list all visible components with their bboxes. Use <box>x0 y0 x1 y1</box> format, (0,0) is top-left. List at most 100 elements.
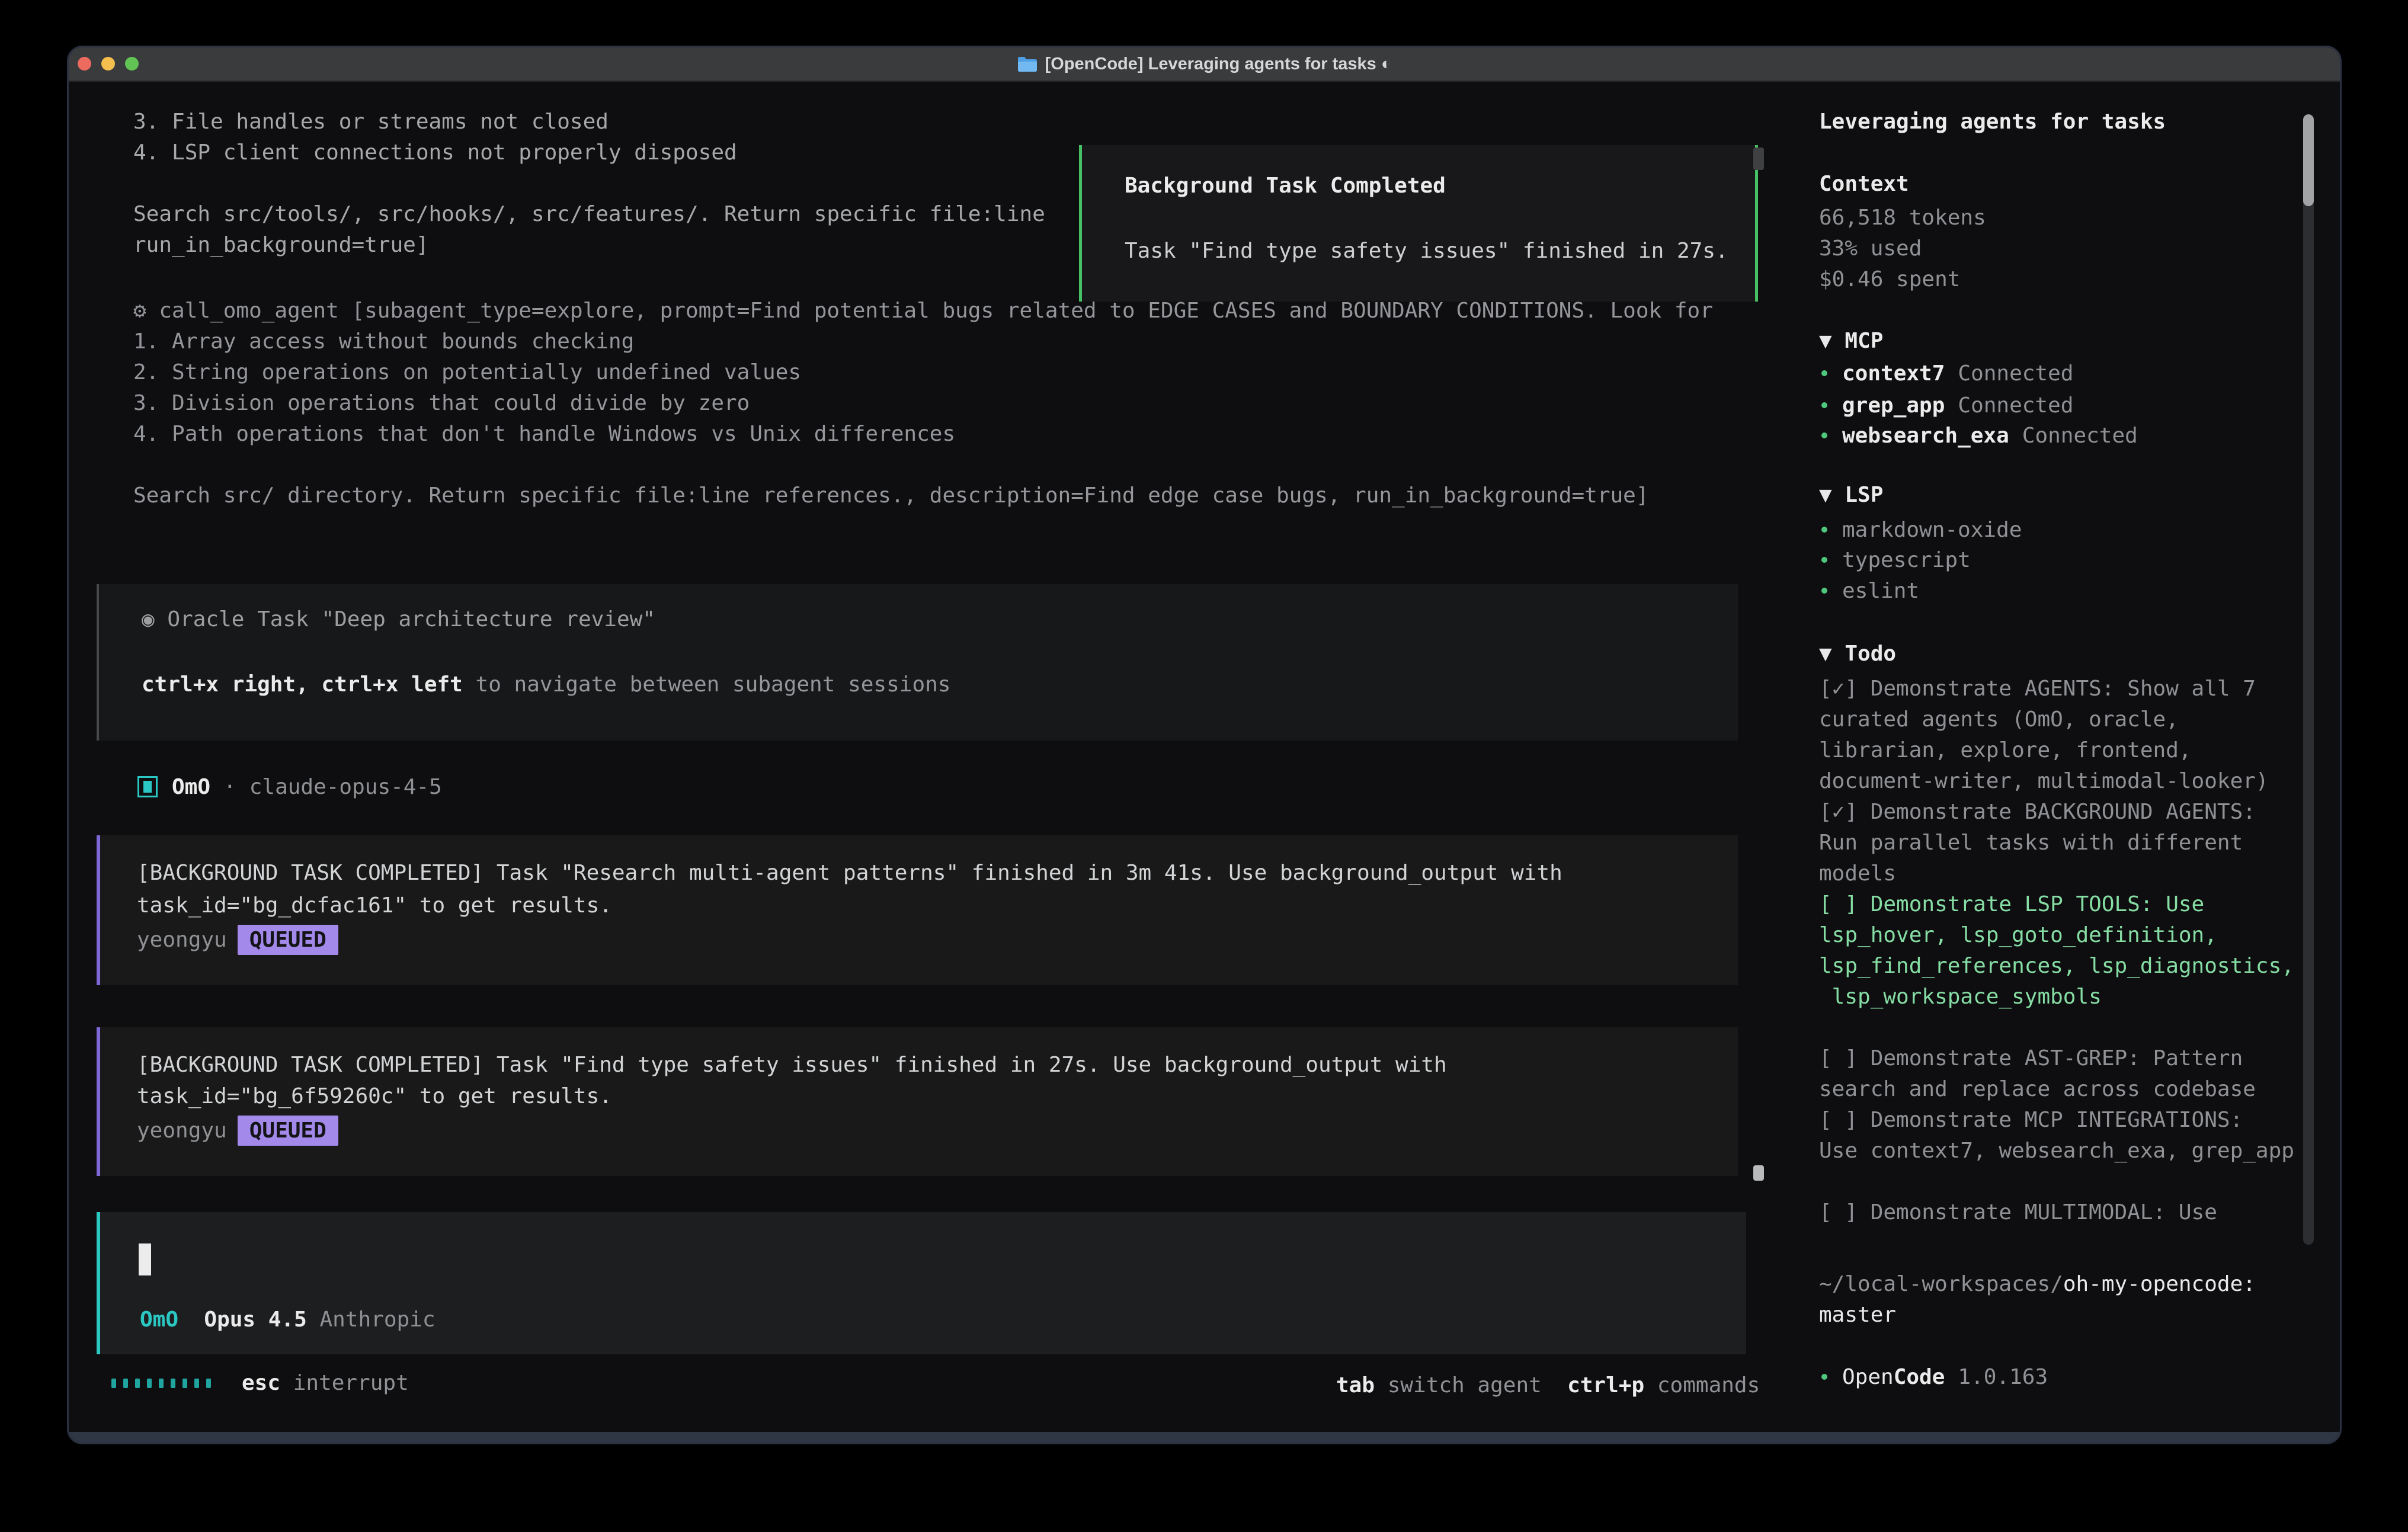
traffic-lights <box>78 57 139 70</box>
statusbar-right: tab switch agent ctrl+p commands <box>1336 1370 1760 1401</box>
window-bottom-edge <box>69 1432 2340 1443</box>
status-dot-icon <box>1821 1374 1827 1380</box>
task-message-line1: [BACKGROUND TASK COMPLETED] Task "Find t… <box>137 1053 1447 1077</box>
input-model-label: Opus 4.5 <box>204 1307 306 1332</box>
mcp-item: websearch_exa Connected <box>1821 422 2138 448</box>
oracle-status-icon: ◉ <box>142 607 155 632</box>
task-author: yeongyu <box>137 1118 227 1143</box>
folder-icon <box>1017 56 1038 72</box>
zoom-button[interactable] <box>125 57 139 70</box>
input-agent-label: OmO <box>140 1307 178 1332</box>
mcp-status: Connected <box>2022 424 2138 448</box>
task-message-line1: [BACKGROUND TASK COMPLETED] Task "Resear… <box>137 861 1562 885</box>
titlebar: [OpenCode] Leveraging agents for tasks ◐ <box>69 47 2340 82</box>
todo-section-header[interactable]: ▼ Todo <box>1819 642 1896 666</box>
status-dot-icon <box>1821 402 1827 408</box>
separator-dot: · <box>223 775 236 799</box>
mcp-name: grep_app <box>1842 393 1945 418</box>
task-author: yeongyu <box>137 928 227 952</box>
tab-key-hint: tab <box>1336 1373 1375 1398</box>
mcp-item: grep_app Connected <box>1821 392 2073 418</box>
status-badge: QUEUED <box>238 925 338 955</box>
context-heading: Context <box>1819 172 1909 196</box>
lsp-section-header[interactable]: ▼ LSP <box>1819 483 1883 507</box>
commands-key-label: commands <box>1644 1373 1760 1398</box>
status-badge: QUEUED <box>238 1116 338 1146</box>
status-dot-icon <box>1821 557 1827 563</box>
lsp-name: markdown-oxide <box>1842 518 2022 542</box>
workspace-repo: oh-my-opencode: <box>2063 1272 2256 1296</box>
task-message: [BACKGROUND TASK COMPLETED] Task "Resear… <box>97 835 1738 985</box>
terminal-scrollback: 3. File handles or streams not closed 4.… <box>133 107 1045 261</box>
context-stats: 66,518 tokens 33% used $0.46 spent <box>1819 203 1986 295</box>
spinner-dot-icon <box>159 1379 164 1388</box>
lsp-item: typescript <box>1821 547 1971 573</box>
notification-body: Task "Find type safety issues" finished … <box>1125 239 1728 263</box>
app-version-line: OpenCode 1.0.163 <box>1821 1364 2048 1390</box>
agent-header: OmO · claude-opus-4-5 <box>137 774 442 800</box>
spinner-dot-icon <box>206 1379 211 1388</box>
chevron-down-icon: ▼ <box>1819 642 1832 666</box>
task-message-line2: task_id="bg_dcfac161" to get results. <box>137 893 612 918</box>
oracle-task-title: Oracle Task "Deep architecture review" <box>167 607 655 632</box>
main-scrollbar-thumb[interactable] <box>1753 1165 1764 1181</box>
minimize-button[interactable] <box>101 57 115 70</box>
status-dot-icon <box>1821 370 1827 376</box>
sidebar-scrollbar-thumb[interactable] <box>2303 114 2314 206</box>
spinner-dot-icon <box>135 1379 140 1388</box>
status-dot-icon <box>1821 527 1827 533</box>
agent-name: OmO <box>172 775 210 799</box>
text-cursor <box>139 1243 151 1275</box>
tab-key-label: switch agent <box>1375 1373 1542 1398</box>
task-message-line2: task_id="bg_6f59260c" to get results. <box>137 1084 612 1108</box>
spinner-dot-icon <box>123 1379 128 1388</box>
workspace-branch: master <box>1819 1303 1896 1327</box>
workspace-path: ~/local-workspaces/oh-my-opencode: maste… <box>1819 1269 2256 1331</box>
lsp-name: typescript <box>1842 548 1971 572</box>
spinner-dot-icon <box>194 1379 199 1388</box>
mcp-status: Connected <box>1958 361 2073 386</box>
mcp-item: context7 Connected <box>1821 360 2073 386</box>
window-title: [OpenCode] Leveraging agents for tasks ◐ <box>1045 55 1392 74</box>
notification-panel: Background Task Completed Task "Find typ… <box>1079 145 1758 302</box>
sidebar-scrollbar-track[interactable] <box>2303 114 2314 1245</box>
input-provider-label: Anthropic <box>319 1307 435 1332</box>
tool-call-output: ⚙ call_omo_agent [subagent_type=explore,… <box>133 296 1713 511</box>
mcp-name: websearch_exa <box>1842 424 2009 448</box>
notification-title: Background Task Completed <box>1125 174 1446 198</box>
status-dot-icon <box>1821 432 1827 438</box>
app-version: 1.0.163 <box>1958 1365 2048 1389</box>
main-scrollbar-track[interactable] <box>1753 148 1764 170</box>
oracle-hint-text: to navigate between subagent sessions <box>463 672 951 697</box>
agent-icon <box>137 776 158 797</box>
esc-key-label: interrupt <box>280 1371 409 1395</box>
spinner-dot-icon <box>147 1379 152 1388</box>
app-name-bold: Code <box>1894 1365 1945 1389</box>
todo-done-list: [✓] Demonstrate AGENTS: Show all 7 curat… <box>1819 674 2269 889</box>
spinner-dot-icon <box>111 1379 116 1388</box>
prompt-input[interactable]: OmO Opus 4.5 Anthropic <box>97 1212 1746 1354</box>
mcp-section-header[interactable]: ▼ MCP <box>1819 329 1883 353</box>
mcp-status: Connected <box>1958 393 2073 418</box>
statusbar-left: esc interrupt <box>111 1370 409 1396</box>
task-message: [BACKGROUND TASK COMPLETED] Task "Find t… <box>97 1027 1738 1176</box>
lsp-item: eslint <box>1821 578 1919 604</box>
todo-active-list: [ ] Demonstrate LSP TOOLS: Use lsp_hover… <box>1819 889 2294 1012</box>
app-name: Open <box>1842 1365 1894 1389</box>
oracle-task-panel: ◉ Oracle Task "Deep architecture review"… <box>97 584 1738 741</box>
session-title: Leveraging agents for tasks <box>1819 110 2166 134</box>
chevron-down-icon: ▼ <box>1819 483 1832 507</box>
esc-key-hint: esc <box>242 1371 280 1395</box>
spinner-dot-icon <box>182 1379 187 1388</box>
spinner-dot-icon <box>171 1379 175 1388</box>
todo-pending-list: [ ] Demonstrate AST-GREP: Pattern search… <box>1819 1012 2294 1228</box>
status-dot-icon <box>1821 588 1827 594</box>
spinner-dots-icon <box>111 1379 211 1388</box>
opencode-terminal-window: [OpenCode] Leveraging agents for tasks ◐… <box>67 46 2342 1444</box>
workspace-dir: ~/local-workspaces/ <box>1819 1272 2063 1296</box>
chevron-down-icon: ▼ <box>1819 329 1832 353</box>
commands-key-hint: ctrl+p <box>1567 1373 1644 1398</box>
oracle-hint-keys: ctrl+x right, ctrl+x left <box>142 672 463 697</box>
close-button[interactable] <box>78 57 91 70</box>
lsp-name: eslint <box>1842 579 1919 603</box>
